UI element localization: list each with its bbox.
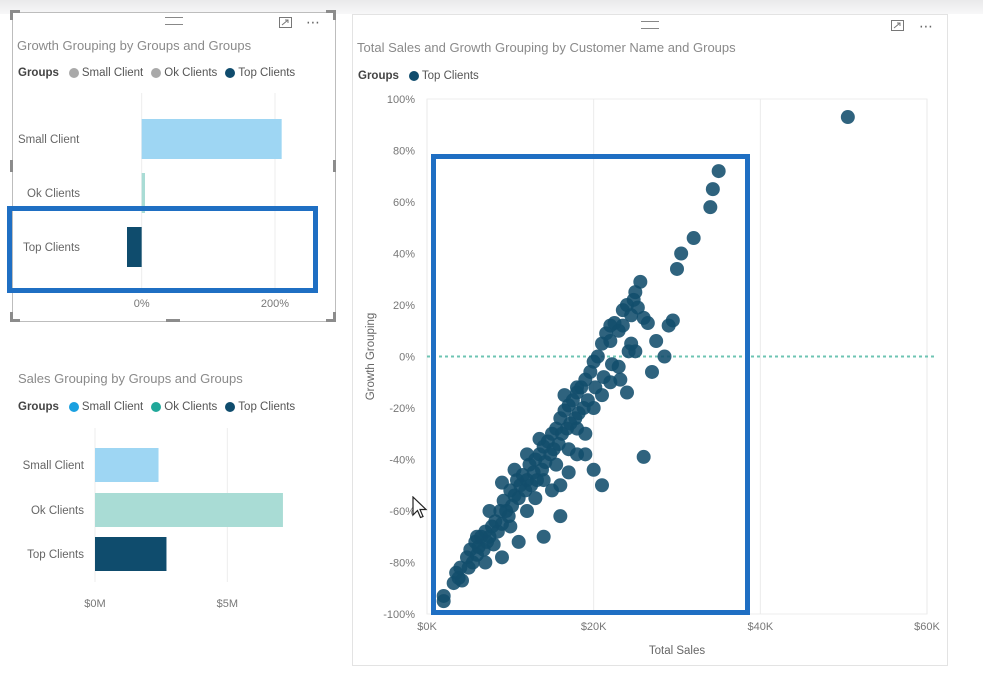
focus-mode-icon[interactable] [279,17,292,28]
y-tick-label: -40% [389,455,415,467]
drag-handle-icon[interactable] [165,17,183,25]
x-tick-label: $20K [581,621,607,633]
y-tick-label: -20% [389,403,415,415]
legend-item-top-clients[interactable]: Top Clients [225,67,295,79]
legend-title: Groups [18,67,59,79]
bar [95,493,283,527]
sales-grouping-visual[interactable]: Sales Grouping by Groups and Groups Grou… [10,360,335,620]
legend-dot-icon [225,402,236,412]
highlight-box-scatter-cluster [431,154,750,615]
legend-dot-icon [225,68,236,78]
bar [95,537,167,571]
chart-title: Growth Grouping by Groups and Groups [17,38,252,53]
resize-handle[interactable] [333,10,336,20]
x-tick-label: $0K [417,621,437,633]
more-options-icon[interactable]: ⋯ [919,19,934,33]
y-tick-label: 60% [393,197,415,209]
mouse-cursor-icon [412,496,428,519]
chart-legend: Groups Small Client Ok Clients Top Clien… [18,401,303,413]
legend-item-top-clients[interactable]: Top Clients [408,70,479,82]
category-label: Top Clients [27,549,84,561]
chart-legend: Groups Small Client Ok Clients Top Clien… [18,67,303,79]
legend-title: Groups [18,401,59,413]
y-tick-label: 100% [387,94,415,106]
x-tick-label: $5M [217,598,238,610]
drag-handle-icon[interactable] [641,21,659,29]
chart-title: Total Sales and Growth Grouping by Custo… [357,40,736,55]
chart-legend: Groups Top Clients [358,70,487,82]
x-tick-label: $40K [747,621,773,633]
chart-title: Sales Grouping by Groups and Groups [18,371,243,386]
category-label: Ok Clients [31,505,84,517]
sales-bar-chart: $0M $5M Small Client Ok Clients Top Clients [23,428,283,610]
bar [95,448,159,482]
y-tick-label: -100% [383,609,415,621]
resize-handle[interactable] [333,160,336,172]
legend-item-ok-clients[interactable]: Ok Clients [151,401,217,413]
resize-handle[interactable] [10,10,13,20]
bar [141,119,282,159]
legend-dot-icon [151,68,162,78]
x-tick-label: $0M [84,598,105,610]
legend-item-top-clients[interactable]: Top Clients [225,401,295,413]
y-tick-label: -80% [389,558,415,570]
y-tick-label: 80% [393,146,415,158]
y-tick-label: 0% [399,352,415,364]
legend-item-small-client[interactable]: Small Client [68,67,143,79]
more-options-icon[interactable]: ⋯ [306,15,321,29]
resize-handle[interactable] [10,160,13,172]
category-label: Small Client [23,460,85,472]
x-axis-title: Total Sales [649,645,706,657]
legend-dot-icon [68,68,79,78]
x-tick-label: $60K [914,621,940,633]
x-tick-label: 200% [261,298,289,310]
x-tick-label: 0% [134,298,150,310]
y-tick-label: 20% [393,300,415,312]
category-label: Ok Clients [27,188,80,200]
data-point [840,110,855,125]
resize-handle[interactable] [166,319,180,322]
legend-title: Groups [358,70,399,82]
y-axis-title: Growth Grouping [365,313,377,401]
legend-dot-icon [151,402,162,412]
legend-dot-icon [68,402,79,412]
legend-dot-icon [408,71,419,81]
highlight-box-top-clients [7,206,318,293]
legend-item-ok-clients[interactable]: Ok Clients [151,67,217,79]
focus-mode-icon[interactable] [891,20,904,31]
resize-handle[interactable] [10,312,13,322]
legend-item-small-client[interactable]: Small Client [68,401,143,413]
category-label: Small Client [18,134,80,146]
resize-handle[interactable] [333,312,336,322]
y-tick-label: 40% [393,249,415,261]
